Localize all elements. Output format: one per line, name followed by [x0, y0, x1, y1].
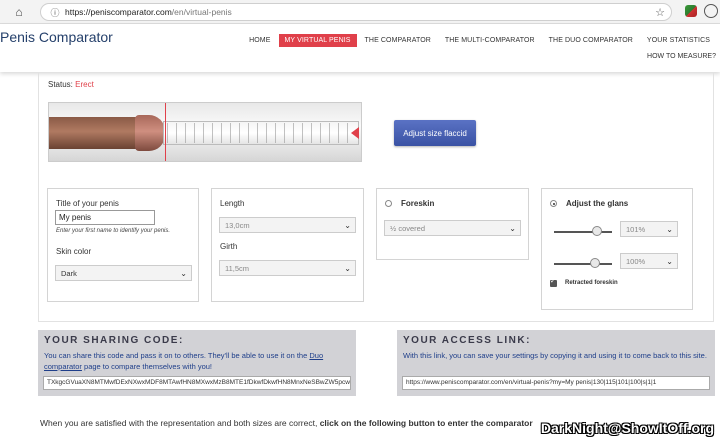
- star-icon[interactable]: ☆: [655, 6, 665, 19]
- access-link-text: With this link, you can save your settin…: [403, 351, 707, 360]
- girth-select[interactable]: 11,5cm ⌄: [219, 260, 356, 276]
- status-value: Erect: [75, 80, 94, 89]
- sharing-code-box: YOUR SHARING CODE: You can share this co…: [38, 330, 356, 396]
- glans-panel: Adjust the glans 101% ⌄ 100% ⌄ Retracted…: [541, 188, 693, 310]
- foreskin-panel: Foreskin ½ covered ⌄: [376, 188, 529, 260]
- access-link-heading: YOUR ACCESS LINK:: [403, 335, 531, 346]
- ruler-arrow-icon: [351, 127, 359, 139]
- glans-label: Adjust the glans: [566, 199, 629, 208]
- title-panel: Title of your penis My penis Enter your …: [47, 188, 199, 302]
- glans-width-value: 101%: [626, 225, 646, 234]
- sharing-code-text: You can share this code and pass it on t…: [44, 351, 324, 371]
- chevron-down-icon: ⌄: [666, 225, 673, 234]
- title-label: Title of your penis: [56, 199, 119, 208]
- glans-radio[interactable]: [550, 200, 557, 207]
- access-link-field[interactable]: https://www.peniscomparator.com/en/virtu…: [402, 376, 710, 390]
- size-panel: Length 13,0cm ⌄ Girth 11,5cm ⌄: [211, 188, 364, 302]
- title-hint: Enter your first name to identify your p…: [56, 228, 171, 234]
- info-icon[interactable]: ⓘ: [49, 6, 61, 18]
- chevron-down-icon: ⌄: [344, 221, 351, 230]
- nav-my-virtual-penis[interactable]: MY VIRTUAL PENIS: [278, 34, 357, 47]
- site-header: Penis Comparator HOME MY VIRTUAL PENIS T…: [0, 24, 720, 72]
- length-value: 13,0cm: [225, 221, 250, 230]
- length-label: Length: [220, 199, 245, 208]
- girth-value: 11,5cm: [225, 264, 250, 273]
- glans-length-select[interactable]: 100% ⌄: [620, 253, 678, 269]
- nav-multi-comparator[interactable]: THE MULTI-COMPARATOR: [439, 34, 541, 47]
- skin-color-value: Dark: [61, 269, 77, 278]
- glans-length-slider[interactable]: [554, 263, 612, 265]
- glans-length-thumb[interactable]: [590, 258, 600, 268]
- title-input[interactable]: My penis: [55, 210, 155, 225]
- foreskin-label: Foreskin: [401, 199, 435, 208]
- chevron-down-icon: ⌄: [666, 257, 673, 266]
- shaft-image: [49, 117, 145, 149]
- chevron-down-icon: ⌄: [344, 264, 351, 273]
- nav-your-statistics[interactable]: YOUR STATISTICS: [641, 34, 716, 47]
- foreskin-radio[interactable]: [385, 200, 392, 207]
- site-logo[interactable]: Penis Comparator: [0, 29, 113, 45]
- home-icon[interactable]: ⌂: [8, 1, 30, 23]
- browser-toolbar: ⌂ ⓘ https://peniscomparator.com/en/virtu…: [0, 0, 720, 24]
- length-marker: [165, 103, 166, 161]
- skin-color-label: Skin color: [56, 247, 92, 256]
- penis-visualization: [48, 102, 362, 162]
- glans-length-value: 100%: [626, 257, 646, 266]
- glans-width-select[interactable]: 101% ⌄: [620, 221, 678, 237]
- chevron-down-icon: ⌄: [180, 269, 187, 278]
- extension-icon[interactable]: [685, 5, 697, 17]
- skin-color-select[interactable]: Dark ⌄: [55, 265, 192, 281]
- retracted-foreskin-checkbox[interactable]: [550, 277, 557, 287]
- profile-icon[interactable]: [704, 4, 718, 18]
- nav-home[interactable]: HOME: [243, 34, 276, 47]
- foreskin-value: ½ covered: [390, 224, 426, 233]
- chevron-down-icon: ⌄: [509, 224, 516, 233]
- nav-how-to-measure[interactable]: HOW TO MEASURE?: [647, 53, 716, 60]
- address-bar[interactable]: ⓘ https://peniscomparator.com/en/virtual…: [40, 3, 672, 21]
- foreskin-select[interactable]: ½ covered ⌄: [384, 220, 521, 236]
- retracted-foreskin-label: Retracted foreskin: [565, 280, 618, 286]
- girth-label: Girth: [220, 242, 238, 251]
- adjust-size-flaccid-button[interactable]: Adjust size flaccid: [394, 120, 476, 146]
- main-nav: HOME MY VIRTUAL PENIS THE COMPARATOR THE…: [241, 34, 716, 47]
- sharing-code-field[interactable]: TXkgcGVuaXN8MTMwfDExNXwxMDF8MTAwfHN8MXwx…: [43, 376, 351, 390]
- watermark: DarkNight@ShowItOff.org: [540, 420, 714, 436]
- length-select[interactable]: 13,0cm ⌄: [219, 217, 356, 233]
- footer-instruction: When you are satisfied with the represen…: [40, 418, 533, 428]
- glans-image: [135, 115, 165, 151]
- access-link-box: YOUR ACCESS LINK: With this link, you ca…: [397, 330, 715, 396]
- nav-duo-comparator[interactable]: THE DUO COMPARATOR: [543, 34, 639, 47]
- status-line: Status: Erect: [48, 80, 94, 89]
- url-text: https://peniscomparator.com/en/virtual-p…: [65, 7, 232, 17]
- status-label: Status:: [48, 80, 73, 89]
- sharing-code-heading: YOUR SHARING CODE:: [44, 335, 184, 346]
- ruler-ticks: [167, 123, 355, 143]
- glans-width-slider[interactable]: [554, 231, 612, 233]
- glans-width-thumb[interactable]: [592, 226, 602, 236]
- nav-the-comparator[interactable]: THE COMPARATOR: [359, 34, 437, 47]
